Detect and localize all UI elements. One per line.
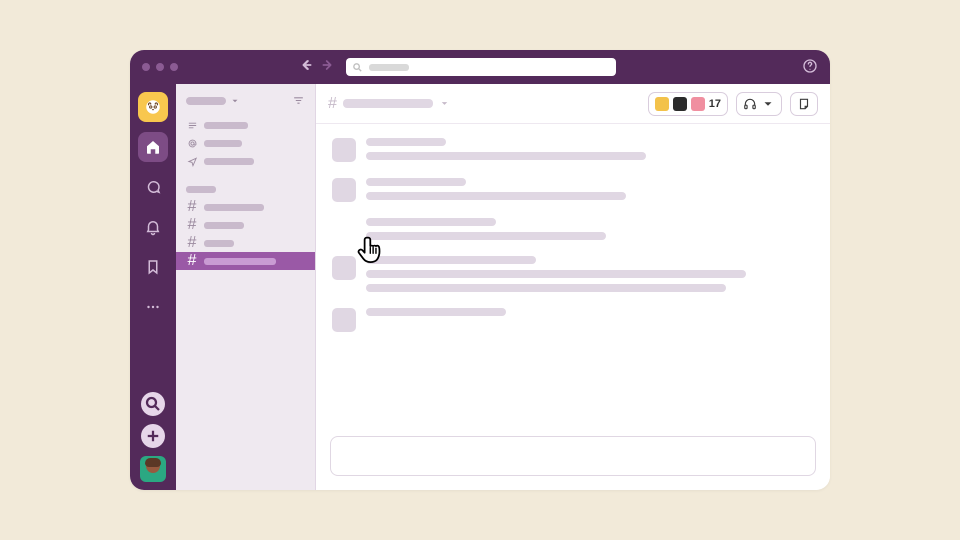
message-avatar xyxy=(332,138,356,162)
member-avatar xyxy=(655,97,669,111)
nav-home-button[interactable] xyxy=(138,132,168,162)
message-item[interactable] xyxy=(332,178,814,202)
sloth-icon xyxy=(144,98,162,116)
chat-icon xyxy=(144,178,162,196)
history-search-button[interactable] xyxy=(141,392,165,416)
window-controls[interactable] xyxy=(142,63,178,71)
member-avatar xyxy=(673,97,687,111)
history-back-button[interactable] xyxy=(298,57,314,78)
sidebar-item-label xyxy=(204,158,254,165)
nav-dms-button[interactable] xyxy=(138,172,168,202)
main-pane: # 17 xyxy=(316,84,830,490)
message-item[interactable] xyxy=(332,218,814,240)
create-new-button[interactable] xyxy=(141,424,165,448)
titlebar xyxy=(130,50,830,84)
message-avatar xyxy=(332,256,356,280)
nav-more-button[interactable] xyxy=(138,292,168,322)
sidebar-item-label xyxy=(204,204,264,211)
search-placeholder xyxy=(369,64,409,71)
plus-icon xyxy=(144,427,162,445)
chevron-down-icon xyxy=(439,98,450,109)
channel-sidebar: # # # # xyxy=(176,84,316,490)
filter-button[interactable] xyxy=(292,94,305,112)
sidebar-item-label xyxy=(204,258,276,265)
sidebar-item-drafts[interactable] xyxy=(176,152,315,170)
workspace-name xyxy=(186,97,226,105)
sidebar-item-label xyxy=(204,140,242,147)
note-icon xyxy=(797,97,811,111)
hash-icon: # xyxy=(328,95,337,113)
sidebar-item-threads[interactable] xyxy=(176,116,315,134)
message-item[interactable] xyxy=(332,138,814,162)
mentions-icon xyxy=(186,138,198,149)
workspace-rail xyxy=(130,84,176,490)
user-avatar[interactable] xyxy=(140,456,166,482)
threads-icon xyxy=(186,120,198,131)
message-item[interactable] xyxy=(332,308,814,332)
sidebar-section-label xyxy=(186,186,216,193)
search-icon xyxy=(144,395,162,413)
message-avatar xyxy=(332,178,356,202)
hash-icon: # xyxy=(186,198,198,216)
zoom-dot[interactable] xyxy=(170,63,178,71)
headphones-icon xyxy=(743,97,757,111)
workspace-switcher[interactable] xyxy=(138,92,168,122)
member-count: 17 xyxy=(709,98,721,110)
bell-icon xyxy=(144,218,162,236)
sidebar-item-label xyxy=(204,222,244,229)
sidebar-section-channels[interactable] xyxy=(176,180,315,198)
sidebar-item-mentions[interactable] xyxy=(176,134,315,152)
pointer-cursor-icon xyxy=(354,232,388,266)
nav-later-button[interactable] xyxy=(138,252,168,282)
member-avatar xyxy=(691,97,705,111)
hash-icon: # xyxy=(186,216,198,234)
channel-name xyxy=(343,99,433,108)
sidebar-channel-item-active[interactable]: # xyxy=(176,252,315,270)
filter-icon xyxy=(292,94,305,107)
channel-members-button[interactable]: 17 xyxy=(648,92,728,116)
nav-activity-button[interactable] xyxy=(138,212,168,242)
sidebar-channel-item[interactable]: # xyxy=(176,198,315,216)
message-list xyxy=(316,124,830,426)
message-composer[interactable] xyxy=(330,436,816,476)
sidebar-item-label xyxy=(204,122,248,129)
home-icon xyxy=(144,138,162,156)
channel-header: # 17 xyxy=(316,84,830,124)
sidebar-channel-item[interactable]: # xyxy=(176,234,315,252)
minimize-dot[interactable] xyxy=(156,63,164,71)
huddle-button[interactable] xyxy=(736,92,782,116)
chevron-down-icon xyxy=(230,96,240,106)
search-input[interactable] xyxy=(346,58,616,76)
app-window: # # # # # xyxy=(130,50,830,490)
help-button[interactable] xyxy=(802,58,818,74)
close-dot[interactable] xyxy=(142,63,150,71)
ellipsis-icon xyxy=(144,298,162,316)
search-icon xyxy=(352,62,363,73)
message-avatar xyxy=(332,308,356,332)
hash-icon: # xyxy=(186,252,198,270)
message-item[interactable] xyxy=(332,256,814,292)
bookmark-icon xyxy=(144,258,162,276)
history-forward-button[interactable] xyxy=(320,57,336,78)
sidebar-channel-item[interactable]: # xyxy=(176,216,315,234)
channel-name-button[interactable]: # xyxy=(328,95,450,113)
chevron-down-icon xyxy=(761,97,775,111)
drafts-icon xyxy=(186,156,198,167)
sidebar-item-label xyxy=(204,240,234,247)
canvas-button[interactable] xyxy=(790,92,818,116)
hash-icon: # xyxy=(186,234,198,252)
